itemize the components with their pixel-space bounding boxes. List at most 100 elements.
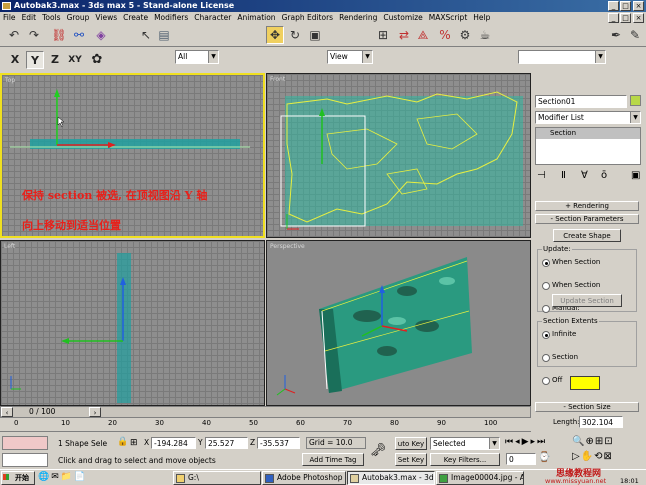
render-scene-icon[interactable]: ⚙ (456, 26, 474, 44)
menu-modifiers[interactable]: Modifiers (151, 13, 191, 22)
section-parameters-rollout[interactable]: - Section Parameters (535, 214, 639, 224)
absolute-mode-icon[interactable]: ⊞ (130, 438, 138, 448)
task-folder[interactable]: G:\ (173, 471, 261, 485)
rendering-rollout[interactable]: + Rendering (535, 201, 639, 211)
maxscript-mini-listener[interactable] (2, 453, 48, 467)
radio-infinite[interactable]: Infinite (541, 329, 639, 340)
slider-next-icon[interactable]: › (89, 407, 101, 417)
render-last-icon[interactable]: ✎ (626, 26, 644, 44)
menu-views[interactable]: Views (92, 13, 120, 22)
menu-graph-editors[interactable]: Graph Editors (279, 13, 337, 22)
playback-controls[interactable]: ⏮◂▶▸⏭ (505, 437, 547, 447)
object-color-swatch[interactable] (630, 95, 641, 106)
section-color-swatch[interactable] (570, 376, 600, 390)
menu-file[interactable]: File (0, 13, 19, 22)
pin-stack-icon[interactable]: ⊣ (537, 170, 546, 181)
quick-render-icon[interactable]: ☕ (476, 26, 494, 44)
modifier-list-select[interactable]: Modifier List ▼ (535, 111, 641, 124)
mirror-icon[interactable]: ⇄ (395, 26, 413, 44)
axis-y-button[interactable]: Y (26, 51, 44, 69)
x-coordinate[interactable]: -194.284 (151, 437, 196, 449)
unlink-icon[interactable]: ⚯ (70, 26, 88, 44)
radio-when-section-moves[interactable]: When Section (541, 257, 639, 268)
menu-tools[interactable]: Tools (39, 13, 63, 22)
select-object-icon[interactable]: ↖ (137, 26, 155, 44)
slider-prev-icon[interactable]: ‹ (1, 407, 13, 417)
taskbar: 开始 🌐✉📁📄 G:\ Adobe Photoshop Autobak3.max… (0, 469, 646, 485)
current-frame-field[interactable]: 0 (506, 453, 536, 465)
material-editor-icon[interactable]: % (436, 26, 454, 44)
clock: 18:01 (620, 477, 639, 485)
redo-icon[interactable]: ↷ (25, 26, 43, 44)
remove-modifier-icon[interactable]: ō (601, 170, 607, 181)
quick-launch[interactable]: 🌐✉📁📄 (38, 472, 87, 482)
time-slider[interactable]: ‹ 0 / 100 › (0, 406, 531, 418)
time-config-icon[interactable]: ⌚ (538, 452, 550, 463)
stack-item-section[interactable]: Section (536, 128, 640, 139)
menu-create[interactable]: Create (120, 13, 151, 22)
menu-maxscript[interactable]: MAXScript (426, 13, 471, 22)
viewport-perspective[interactable]: Perspective (266, 240, 531, 406)
set-key-button[interactable]: Set Key (395, 453, 427, 466)
update-section-button[interactable]: Update Section (552, 294, 622, 307)
radio-section-boundary[interactable]: Section (541, 352, 639, 363)
lock-selection-icon[interactable]: 🔒 (117, 437, 128, 447)
named-selection-select[interactable]: ▼ (518, 50, 606, 64)
viewport-top[interactable]: Top 保持 section 被选, 在顶视图沿 Y 轴 向上移动到适当位置 (0, 73, 265, 238)
menu-help[interactable]: Help (470, 13, 493, 22)
z-coordinate[interactable]: -35.537 (257, 437, 300, 449)
key-filters-button[interactable]: Key Filters... (430, 453, 500, 466)
make-unique-icon[interactable]: ∀ (581, 170, 588, 181)
doc-close-button[interactable]: × (633, 13, 644, 23)
menu-character[interactable]: Character (191, 13, 234, 22)
undo-icon[interactable]: ↶ (5, 26, 23, 44)
doc-restore-button[interactable]: □ (620, 13, 631, 23)
select-rotate-icon[interactable]: ↻ (286, 26, 304, 44)
show-end-result-icon[interactable]: Ⅱ (561, 170, 566, 181)
viewport-left[interactable]: Left (0, 240, 265, 406)
task-acdsee[interactable]: Image00004.jpg - AC... (436, 471, 524, 485)
chevron-down-icon: ▼ (630, 112, 640, 123)
select-link-icon[interactable]: ⛓ (50, 26, 68, 44)
menu-group[interactable]: Group (64, 13, 93, 22)
viewport-nav-row1[interactable]: 🔍⊕⊞⊡ (572, 436, 614, 447)
snap-settings-icon[interactable]: ✿ (88, 51, 106, 69)
annotation-line-2: 向上移动到适当位置 (22, 219, 121, 232)
axis-z-button[interactable]: Z (46, 51, 64, 69)
axis-xy-button[interactable]: XY (66, 51, 84, 69)
object-name-field[interactable]: Section01 (535, 95, 627, 108)
maxscript-listener[interactable] (2, 436, 48, 450)
auto-key-button[interactable]: uto Key (395, 437, 427, 450)
bind-space-warp-icon[interactable]: ◈ (92, 26, 110, 44)
add-time-tag-button[interactable]: Add Time Tag (302, 453, 364, 466)
configure-modifier-sets-icon[interactable]: ▣ (631, 170, 640, 181)
maximize-button[interactable]: □ (620, 1, 631, 11)
align-icon[interactable]: ⟁ (414, 26, 432, 44)
create-shape-button[interactable]: Create Shape (553, 229, 621, 242)
y-coordinate[interactable]: 25.527 (205, 437, 248, 449)
task-photoshop[interactable]: Adobe Photoshop (262, 471, 346, 485)
doc-minimize-button[interactable]: _ (608, 13, 619, 23)
pivot-center-icon[interactable]: ⊞ (374, 26, 392, 44)
select-scale-icon[interactable]: ▣ (306, 26, 324, 44)
key-set-select[interactable]: Selected ▼ (430, 437, 500, 450)
key-mode-icon[interactable]: 🗝 (370, 443, 387, 458)
minimize-button[interactable]: _ (608, 1, 619, 11)
section-size-rollout[interactable]: - Section Size (535, 402, 639, 412)
section-extents-group: Section Extents Infinite Section Off (537, 317, 639, 385)
menu-rendering[interactable]: Rendering (336, 13, 380, 22)
track-bar[interactable]: 0 10 20 30 40 50 60 70 80 90 100 (0, 418, 531, 432)
viewport-nav-row2[interactable]: ▷✋⟲⊠ (572, 451, 613, 462)
menu-animation[interactable]: Animation (234, 13, 278, 22)
radio-when-section-selected[interactable]: When Section (541, 280, 639, 291)
viewport-front[interactable]: Front (266, 73, 531, 238)
select-move-icon[interactable]: ✥ (266, 26, 284, 44)
menu-customize[interactable]: Customize (380, 13, 425, 22)
task-3dsmax[interactable]: Autobak3.max - 3ds ... (347, 471, 435, 485)
close-button[interactable]: × (633, 1, 644, 11)
render-type-icon[interactable]: ✒ (607, 26, 625, 44)
axis-x-button[interactable]: X (6, 51, 24, 69)
length-field[interactable]: 302.104 (579, 416, 623, 428)
select-by-name-icon[interactable]: ▤ (155, 26, 173, 44)
menu-edit[interactable]: Edit (19, 13, 40, 22)
